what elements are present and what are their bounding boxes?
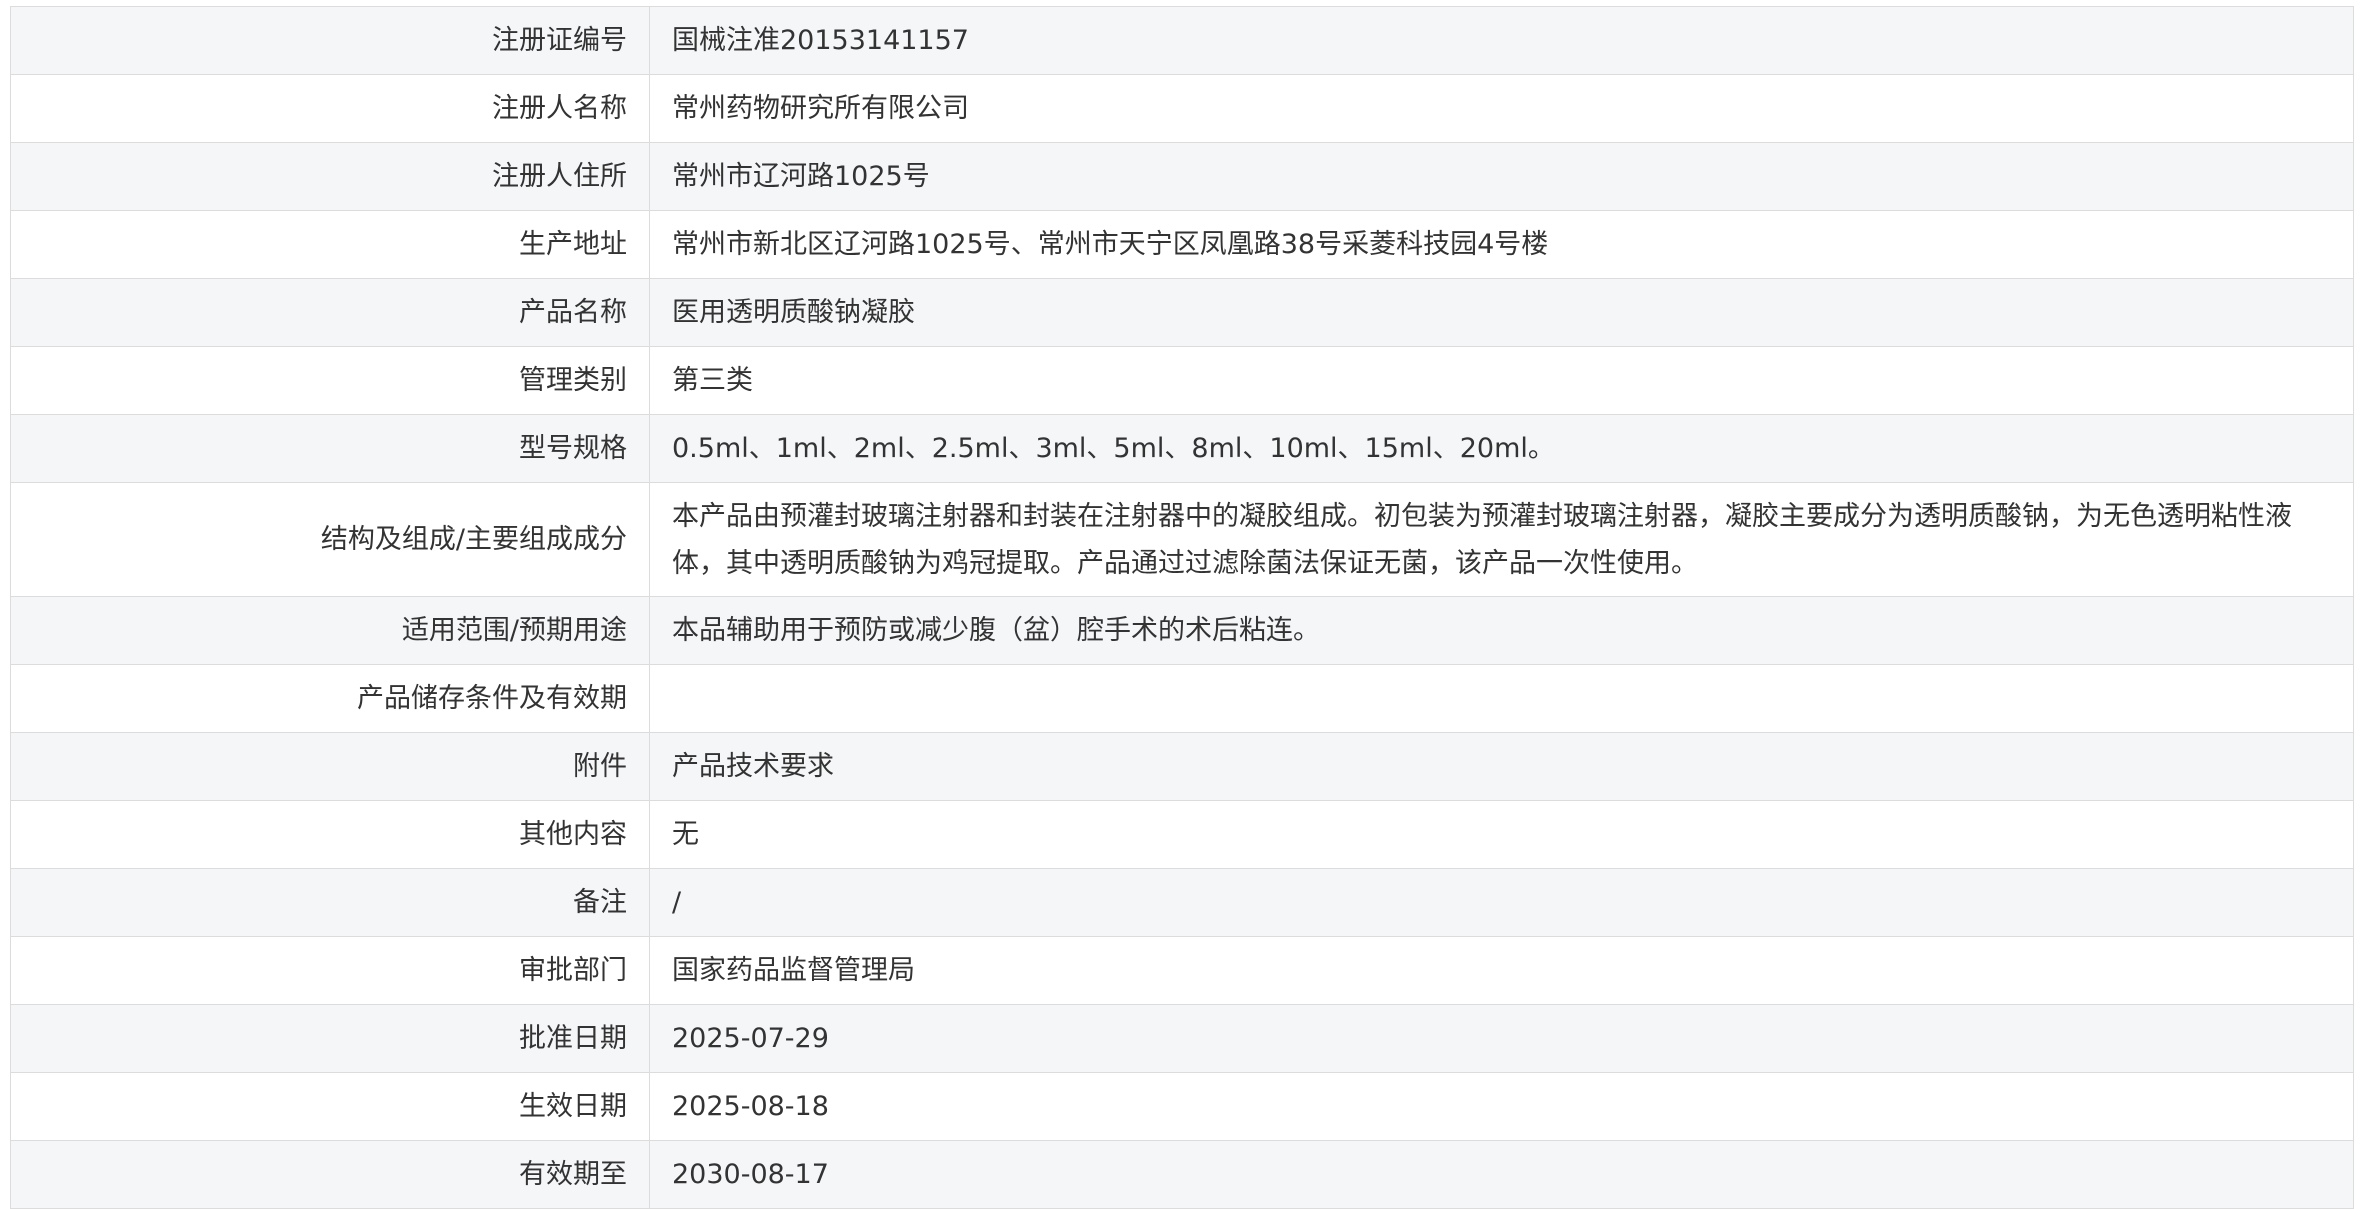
table-row: 生产地址 常州市新北区辽河路1025号、常州市天宁区凤凰路38号采菱科技园4号楼 bbox=[10, 210, 2354, 279]
table-row: 生效日期 2025-08-18 bbox=[10, 1072, 2354, 1141]
row-label: 生效日期 bbox=[10, 1072, 650, 1141]
row-value: 国家药品监督管理局 bbox=[649, 936, 2354, 1005]
row-label: 管理类别 bbox=[10, 346, 650, 415]
row-label: 审批部门 bbox=[10, 936, 650, 1005]
table-row: 适用范围/预期用途 本品辅助用于预防或减少腹（盆）腔手术的术后粘连。 bbox=[10, 596, 2354, 665]
row-value: 国械注准20153141157 bbox=[649, 6, 2354, 75]
table-row: 型号规格 0.5ml、1ml、2ml、2.5ml、3ml、5ml、8ml、10m… bbox=[10, 414, 2354, 483]
row-label: 注册人住所 bbox=[10, 142, 650, 211]
table-row: 批准日期 2025-07-29 bbox=[10, 1004, 2354, 1073]
row-label: 批准日期 bbox=[10, 1004, 650, 1073]
row-value: 常州药物研究所有限公司 bbox=[649, 74, 2354, 143]
row-value: 0.5ml、1ml、2ml、2.5ml、3ml、5ml、8ml、10ml、15m… bbox=[649, 414, 2354, 483]
row-label: 产品名称 bbox=[10, 278, 650, 347]
table-row: 产品名称 医用透明质酸钠凝胶 bbox=[10, 278, 2354, 347]
row-label: 其他内容 bbox=[10, 800, 650, 869]
row-value: 本产品由预灌封玻璃注射器和封装在注射器中的凝胶组成。初包装为预灌封玻璃注射器，凝… bbox=[649, 482, 2354, 597]
row-label: 注册证编号 bbox=[10, 6, 650, 75]
table-row: 备注 / bbox=[10, 868, 2354, 937]
row-value: / bbox=[649, 868, 2354, 937]
row-value: 医用透明质酸钠凝胶 bbox=[649, 278, 2354, 347]
row-label: 适用范围/预期用途 bbox=[10, 596, 650, 665]
row-value: 常州市新北区辽河路1025号、常州市天宁区凤凰路38号采菱科技园4号楼 bbox=[649, 210, 2354, 279]
row-value: 常州市辽河路1025号 bbox=[649, 142, 2354, 211]
row-value: 第三类 bbox=[649, 346, 2354, 415]
row-value: 2030-08-17 bbox=[649, 1140, 2354, 1209]
row-value: 产品技术要求 bbox=[649, 732, 2354, 801]
table-row: 注册人住所 常州市辽河路1025号 bbox=[10, 142, 2354, 211]
row-value: 2025-07-29 bbox=[649, 1004, 2354, 1073]
table-row: 管理类别 第三类 bbox=[10, 346, 2354, 415]
table-row: 其他内容 无 bbox=[10, 800, 2354, 869]
table-row: 注册证编号 国械注准20153141157 bbox=[10, 6, 2354, 75]
row-value: 本品辅助用于预防或减少腹（盆）腔手术的术后粘连。 bbox=[649, 596, 2354, 665]
row-label: 型号规格 bbox=[10, 414, 650, 483]
row-value bbox=[649, 664, 2354, 733]
table-row: 附件 产品技术要求 bbox=[10, 732, 2354, 801]
row-label: 备注 bbox=[10, 868, 650, 937]
row-label: 有效期至 bbox=[10, 1140, 650, 1209]
table-row: 注册人名称 常州药物研究所有限公司 bbox=[10, 74, 2354, 143]
table-row: 产品储存条件及有效期 bbox=[10, 664, 2354, 733]
row-value: 2025-08-18 bbox=[649, 1072, 2354, 1141]
row-label: 生产地址 bbox=[10, 210, 650, 279]
registration-detail-table: 注册证编号 国械注准20153141157 注册人名称 常州药物研究所有限公司 … bbox=[10, 6, 2354, 1209]
table-row: 结构及组成/主要组成成分 本产品由预灌封玻璃注射器和封装在注射器中的凝胶组成。初… bbox=[10, 482, 2354, 597]
row-label: 附件 bbox=[10, 732, 650, 801]
table-row: 审批部门 国家药品监督管理局 bbox=[10, 936, 2354, 1005]
row-label: 注册人名称 bbox=[10, 74, 650, 143]
row-label: 结构及组成/主要组成成分 bbox=[10, 482, 650, 597]
row-value: 无 bbox=[649, 800, 2354, 869]
row-label: 产品储存条件及有效期 bbox=[10, 664, 650, 733]
table-row: 有效期至 2030-08-17 bbox=[10, 1140, 2354, 1209]
